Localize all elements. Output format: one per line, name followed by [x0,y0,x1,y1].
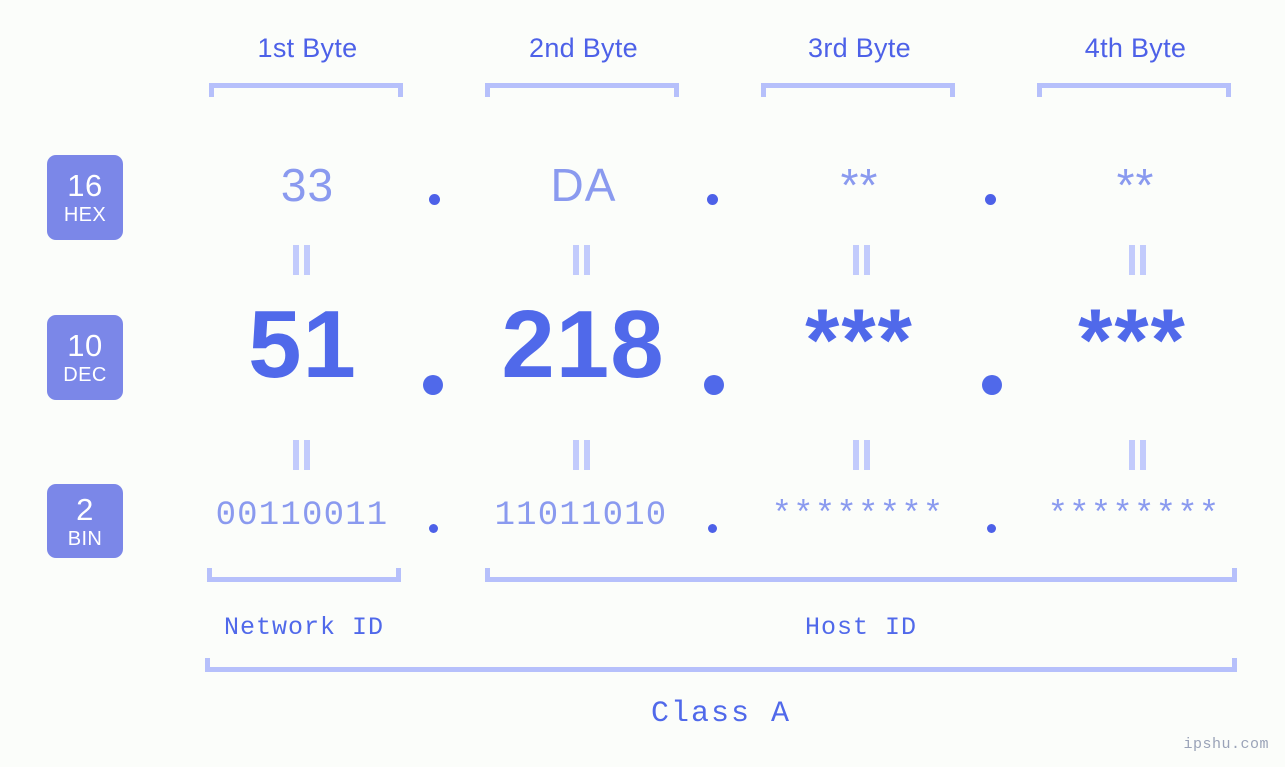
dec-separator-dot-3-icon [982,375,1002,395]
equals-connector-hex-dec-2-icon [570,245,592,275]
equals-connector-hex-dec-1-icon [290,245,312,275]
base-badge-bin-number: 2 [76,491,94,527]
hex-byte-4-value: ** [1116,159,1155,211]
hex-separator-dot-1-icon [429,194,440,205]
equals-connector-dec-bin-1-icon [290,440,312,470]
dec-separator-dot-1-icon [423,375,443,395]
class-bracket-icon [205,658,1237,672]
network-id-bracket-icon [207,568,401,582]
equals-connector-hex-dec-4-icon [1126,245,1148,275]
hex-byte-1-value: 33 [280,159,335,211]
byte-bracket-2-icon [485,83,679,97]
base-badge-bin-name: BIN [67,527,103,550]
bin-byte-4-value: ******** [1047,497,1221,535]
base-badge-dec-number: 10 [67,328,103,363]
base-badge-hex-name: HEX [63,204,107,226]
byte-header-2: 2nd Byte [529,33,638,63]
host-id-bracket-icon [485,568,1237,582]
ip-breakdown-diagram: 1st Byte 2nd Byte 3rd Byte 4th Byte 16 H… [0,0,1285,767]
class-label: Class A [650,697,792,731]
base-badge-dec-name: DEC [63,364,107,386]
byte-header-3: 3rd Byte [808,33,911,63]
base-badge-hex: 16 HEX [47,155,123,240]
equals-connector-hex-dec-3-icon [850,245,872,275]
base-badge-hex-number: 16 [67,168,103,203]
bin-byte-2-value: 11011010 [494,497,668,535]
dec-byte-3-value: *** [805,290,914,389]
byte-bracket-4-icon [1037,83,1231,97]
base-badge-dec: 10 DEC [47,315,123,400]
bin-separator-dot-3-icon [987,524,996,533]
dec-byte-2-value: 218 [501,291,665,398]
dec-byte-4-value: *** [1078,290,1187,389]
bin-separator-dot-1-icon [429,524,438,533]
hex-byte-3-value: ** [840,159,879,211]
hex-separator-dot-2-icon [707,194,718,205]
host-id-label: Host ID [804,613,918,642]
watermark: ipshu.com [1183,736,1269,753]
byte-bracket-3-icon [761,83,955,97]
equals-connector-dec-bin-2-icon [570,440,592,470]
base-badge-bin: 2 BIN [47,484,123,558]
dec-byte-1-value: 51 [248,291,357,398]
byte-header-4: 4th Byte [1084,33,1187,63]
bin-byte-3-value: ******** [771,497,945,535]
byte-header-1: 1st Byte [257,33,358,63]
bin-separator-dot-2-icon [708,524,717,533]
hex-separator-dot-3-icon [985,194,996,205]
bin-byte-1-value: 00110011 [215,497,389,535]
equals-connector-dec-bin-3-icon [850,440,872,470]
dec-separator-dot-2-icon [704,375,724,395]
equals-connector-dec-bin-4-icon [1126,440,1148,470]
byte-bracket-1-icon [209,83,403,97]
network-id-label: Network ID [223,613,385,642]
hex-byte-2-value: DA [550,159,617,211]
